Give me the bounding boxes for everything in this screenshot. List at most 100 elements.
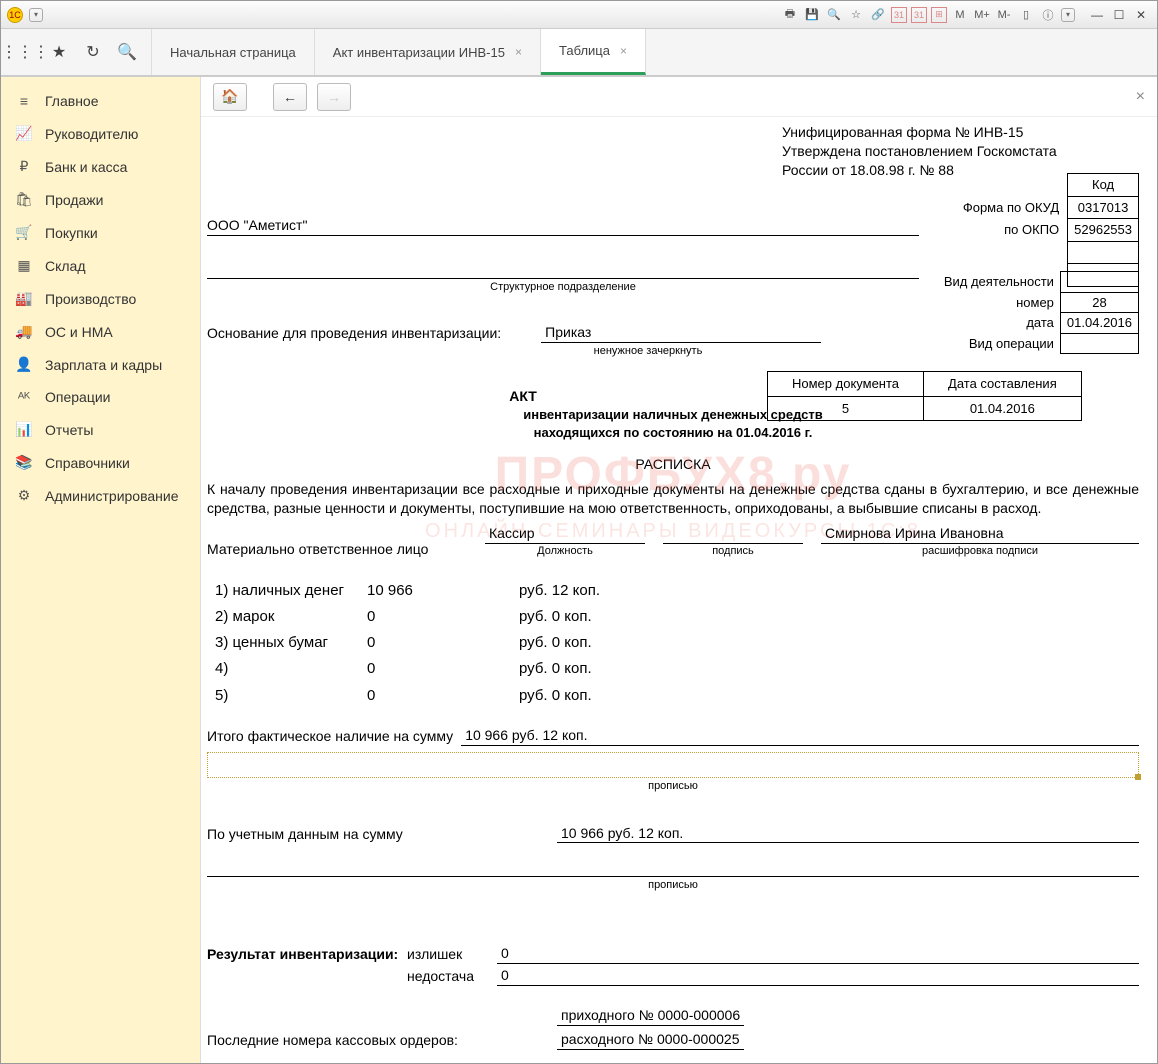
- sidebar-item-2[interactable]: ₽ Банк и касса: [1, 150, 200, 183]
- mminus-icon[interactable]: M-: [995, 6, 1013, 24]
- panel-close-icon[interactable]: ×: [1136, 88, 1145, 106]
- sidebar-label: Администрирование: [45, 488, 179, 504]
- kod-header: Код: [1068, 174, 1139, 197]
- favorite-icon[interactable]: ☆: [847, 6, 865, 24]
- item-name: 5): [209, 684, 359, 708]
- save-icon[interactable]: 💾: [803, 6, 821, 24]
- uchet-label: По учетным данным на сумму: [207, 825, 467, 844]
- ned-value: 0: [497, 966, 1139, 986]
- minimize-button[interactable]: —: [1087, 6, 1107, 24]
- ned-label: недостача: [407, 967, 497, 986]
- sidebar-item-12[interactable]: ⚙Администрирование: [1, 479, 200, 512]
- vid-op-label: Вид операции: [938, 333, 1061, 354]
- print-icon[interactable]: 🖶: [781, 6, 799, 24]
- sidebar-item-8[interactable]: 👤Зарплата и кадры: [1, 348, 200, 381]
- code-block: Код Форма по ОКУД0317013 по ОКПО52962553: [957, 173, 1139, 287]
- result-label: Результат инвентаризации:: [207, 945, 407, 964]
- approval-line1: Унифицированная форма № ИНВ-15: [782, 123, 1139, 142]
- rub-word: руб. 0 коп.: [513, 684, 606, 708]
- calendar2-icon[interactable]: 31: [911, 7, 927, 23]
- sidebar-icon: ≡: [15, 93, 33, 109]
- sidebar-item-1[interactable]: 📈Руководителю: [1, 117, 200, 150]
- propis-label1: прописью: [207, 779, 1139, 794]
- back-button[interactable]: ←: [273, 83, 307, 111]
- sidebar-item-7[interactable]: 🚚ОС и НМА: [1, 315, 200, 348]
- total-value: 10 966 руб. 12 коп.: [461, 726, 1139, 746]
- tab-label: Акт инвентаризации ИНВ-15: [333, 45, 505, 60]
- tab-label: Таблица: [559, 43, 610, 58]
- org-name: ООО "Аметист": [207, 217, 307, 233]
- item-rub: 0: [361, 657, 511, 681]
- rashod-order: расходного № 0000-000025: [557, 1030, 744, 1050]
- sidebar-item-4[interactable]: 🛒Покупки: [1, 216, 200, 249]
- info-dropdown[interactable]: ▾: [1061, 8, 1075, 22]
- table-row: 1) наличных денег10 966руб. 12 коп.: [209, 579, 606, 603]
- document-scroll[interactable]: ПРОФБУХ8.ру ОНЛАЙН-СЕМИНАРЫ ВИДЕОКУРСЫ 1…: [201, 117, 1157, 1063]
- info-icon[interactable]: ⓘ: [1039, 6, 1057, 24]
- tab-inventory-act[interactable]: Акт инвентаризации ИНВ-15 ×: [315, 29, 541, 75]
- blank-line: [207, 857, 1139, 877]
- app-window: 1C ▾ 🖶 💾 🔍 ☆ 🔗 31 31 ⊞ M M+ M- ▯ ⓘ ▾ — ☐…: [0, 0, 1158, 1064]
- tab-close-icon[interactable]: ×: [515, 45, 522, 59]
- sidebar-item-9[interactable]: ᴬᴷОперации: [1, 381, 200, 413]
- sidebar-icon: 🛍: [15, 191, 33, 208]
- calculator-icon[interactable]: ⊞: [931, 7, 947, 23]
- item-name: 1) наличных денег: [209, 579, 359, 603]
- rub-word: руб. 0 коп.: [513, 605, 606, 629]
- basis-value: Приказ: [541, 323, 821, 343]
- okud-value: 0317013: [1068, 196, 1139, 219]
- tab-start[interactable]: Начальная страница: [152, 29, 315, 75]
- okud-label: Форма по ОКУД: [957, 196, 1068, 219]
- maximize-button[interactable]: ☐: [1109, 6, 1129, 24]
- link-icon[interactable]: 🔗: [869, 6, 887, 24]
- izl-value: 0: [497, 944, 1139, 964]
- apps-icon[interactable]: ⋮⋮⋮: [15, 42, 35, 62]
- table-row: 3) ценных бумаг0руб. 0 коп.: [209, 631, 606, 655]
- sidebar-label: Банк и касса: [45, 159, 127, 175]
- nomer-value: 28: [1060, 292, 1138, 313]
- star-icon[interactable]: ★: [49, 42, 69, 62]
- panel-icon[interactable]: ▯: [1017, 6, 1035, 24]
- sidebar-label: Склад: [45, 258, 86, 274]
- selection-handle-icon[interactable]: [1135, 774, 1141, 780]
- sidebar-label: Главное: [45, 93, 99, 109]
- docdate-header: Дата составления: [924, 372, 1082, 397]
- item-name: 3) ценных бумаг: [209, 631, 359, 655]
- sidebar-label: Справочники: [45, 455, 130, 471]
- app-menu-dropdown[interactable]: ▾: [29, 8, 43, 22]
- item-rub: 10 966: [361, 579, 511, 603]
- sidebar-label: Зарплата и кадры: [45, 357, 162, 373]
- calendar1-icon[interactable]: 31: [891, 7, 907, 23]
- sidebar-icon: 📈: [15, 125, 33, 142]
- nomer-label: номер: [938, 292, 1061, 313]
- home-button[interactable]: 🏠: [213, 83, 247, 111]
- tab-table[interactable]: Таблица ×: [541, 29, 646, 75]
- sidebar-item-0[interactable]: ≡ Главное: [1, 85, 200, 117]
- sidebar-item-11[interactable]: 📚Справочники: [1, 446, 200, 479]
- mplus-icon[interactable]: M+: [973, 6, 991, 24]
- sidebar-item-3[interactable]: 🛍Продажи: [1, 183, 200, 216]
- sidebar-item-10[interactable]: 📊Отчеты: [1, 413, 200, 446]
- rub-word: руб. 0 коп.: [513, 657, 606, 681]
- preview-icon[interactable]: 🔍: [825, 6, 843, 24]
- sidebar-icon: ₽: [15, 158, 33, 175]
- forward-button: →: [317, 83, 351, 111]
- sidebar-icon: ▦: [15, 257, 33, 274]
- empty-cell: [1068, 241, 1139, 264]
- okpo-value: 52962553: [1068, 219, 1139, 242]
- data-label: дата: [938, 313, 1061, 334]
- search-icon[interactable]: 🔍: [117, 42, 137, 62]
- m-icon[interactable]: M: [951, 6, 969, 24]
- okpo-label: по ОКПО: [957, 219, 1068, 242]
- rub-word: руб. 12 коп.: [513, 579, 606, 603]
- sidebar-item-6[interactable]: 🏭Производство: [1, 282, 200, 315]
- selected-cell[interactable]: [207, 752, 1139, 778]
- act-sub2: находящихся по состоянию на 01.04.2016 г…: [207, 424, 1139, 442]
- history-icon[interactable]: ↻: [83, 42, 103, 62]
- close-button[interactable]: ✕: [1131, 6, 1151, 24]
- sidebar-label: Покупки: [45, 225, 98, 241]
- sidebar-label: ОС и НМА: [45, 324, 113, 340]
- tab-close-icon[interactable]: ×: [620, 44, 627, 58]
- sidebar-item-5[interactable]: ▦ Склад: [1, 249, 200, 282]
- dolzh-value: Кассир: [485, 524, 645, 544]
